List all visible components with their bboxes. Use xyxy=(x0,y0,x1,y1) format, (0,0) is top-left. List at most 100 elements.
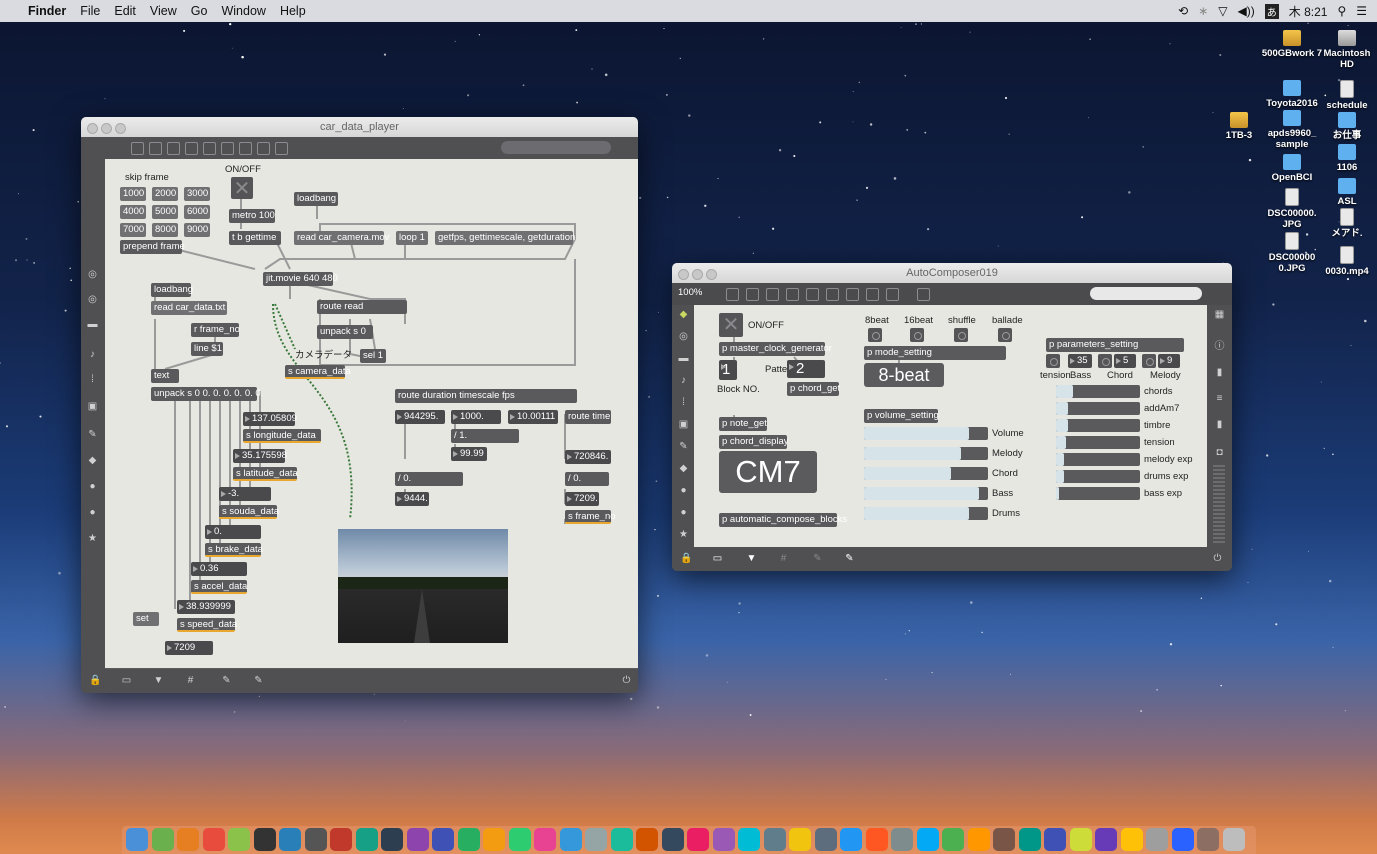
sidebar-icon[interactable]: ♪ xyxy=(87,349,98,360)
dock-app-icon[interactable] xyxy=(1069,828,1092,851)
dock-app-icon[interactable] xyxy=(534,828,556,851)
toolbar-icon[interactable] xyxy=(726,288,739,301)
unpack-object[interactable]: unpack s 0 0. 0. 0. 0. 0. 0. xyxy=(151,387,263,401)
sidebar-icon[interactable]: ▣ xyxy=(87,401,98,412)
dock-app-icon[interactable] xyxy=(151,828,174,851)
comment-icon[interactable]: ▼ xyxy=(153,675,164,686)
dock-app-icon[interactable] xyxy=(304,828,327,851)
dock-app-icon[interactable] xyxy=(814,828,837,851)
sidebar-icon[interactable]: ◎ xyxy=(87,294,98,305)
loop-message[interactable]: loop 1 xyxy=(396,231,428,245)
sidebar-icon[interactable]: ✎ xyxy=(678,441,689,452)
dock-app-icon[interactable] xyxy=(381,828,403,851)
read-movie-message[interactable]: read car_camera.mov xyxy=(294,231,389,245)
lock-icon[interactable]: 🔒 xyxy=(89,675,101,686)
patcher-canvas[interactable]: ✕ ON/OFF p master_clock_generator 1 Bloc… xyxy=(694,305,1207,547)
prepend-frame-object[interactable]: prepend frame xyxy=(120,240,185,254)
accel-number[interactable]: 0.36 xyxy=(191,562,247,576)
sidebar-icon[interactable]: ● xyxy=(678,507,689,518)
docs-icon[interactable]: ▮ xyxy=(1214,419,1225,430)
minimize-icon[interactable] xyxy=(101,123,112,134)
dock-app-icon[interactable] xyxy=(712,828,735,851)
mode-setting-object[interactable]: p mode_setting xyxy=(864,346,1006,360)
volume-slider-melody[interactable] xyxy=(864,447,988,460)
power-icon[interactable]: ⏻ xyxy=(621,675,632,686)
souda-number[interactable]: -3. xyxy=(219,487,271,501)
toolbar-icon[interactable] xyxy=(149,142,162,155)
getfps-message[interactable]: getfps, gettimescale, getduration xyxy=(435,231,575,245)
bass-number[interactable]: 35 xyxy=(1068,354,1092,368)
send-longitude-object[interactable]: s longitude_data xyxy=(243,429,321,443)
dock-app-icon[interactable] xyxy=(228,828,250,851)
number-box[interactable]: 720846. xyxy=(565,450,611,464)
desktop-icon[interactable]: 0030.mp4 xyxy=(1316,246,1377,277)
mode-16beat-button[interactable] xyxy=(910,328,924,342)
desktop-icon[interactable]: お仕事 xyxy=(1316,112,1377,141)
sidebar-icon[interactable]: ★ xyxy=(87,533,98,544)
window-titlebar[interactable]: car_data_player xyxy=(81,117,638,137)
grid-icon[interactable]: # xyxy=(185,675,196,686)
desktop-icon[interactable]: OpenBCI xyxy=(1261,154,1323,183)
melody-number[interactable]: 9 xyxy=(1158,354,1180,368)
spotlight-icon[interactable]: ⚲ xyxy=(1337,4,1346,18)
send-latitude-object[interactable]: s latitude_data xyxy=(233,467,298,481)
frame-number[interactable]: 7209 xyxy=(165,641,213,655)
volume-slider-chord[interactable] xyxy=(864,467,988,480)
list-icon[interactable]: ≡ xyxy=(1214,393,1225,404)
mode-8beat-button[interactable] xyxy=(868,328,882,342)
sidebar-icon[interactable]: ◆ xyxy=(678,463,689,474)
brake-number[interactable]: 0. xyxy=(205,525,261,539)
sidebar-icon[interactable]: ⁞ xyxy=(87,374,98,385)
skip-8000-button[interactable]: 8000 xyxy=(152,223,178,237)
grid-icon[interactable]: ▦ xyxy=(1214,309,1225,320)
select-object[interactable]: sel 1 xyxy=(360,349,386,363)
toolbar-icon[interactable] xyxy=(766,288,779,301)
sidebar-icon[interactable]: ♪ xyxy=(678,375,689,386)
desktop-icon[interactable]: メアド. xyxy=(1316,208,1377,239)
comment-icon[interactable]: ▼ xyxy=(746,553,757,564)
menu-edit[interactable]: Edit xyxy=(114,4,136,18)
tension-button[interactable] xyxy=(1046,354,1060,368)
send-souda-object[interactable]: s souda_data xyxy=(219,505,279,519)
loadbang-object[interactable]: loadbang xyxy=(151,283,193,297)
dock-app-icon[interactable] xyxy=(355,828,378,851)
onoff-toggle[interactable]: ✕ xyxy=(231,177,253,200)
close-icon[interactable] xyxy=(678,269,689,280)
latitude-number[interactable]: 35.175598 xyxy=(233,449,287,463)
dock-app-icon[interactable] xyxy=(840,828,862,851)
toolbar-icon[interactable] xyxy=(806,288,819,301)
patcher-canvas[interactable]: skip frame ON/OFF ✕ 1000 2000 3000 4000 … xyxy=(105,159,638,668)
toolbar-icon[interactable] xyxy=(746,288,759,301)
notification-center-icon[interactable]: ☰ xyxy=(1356,4,1367,18)
menu-view[interactable]: View xyxy=(150,4,177,18)
mode-shuffle-button[interactable] xyxy=(954,328,968,342)
chord-number[interactable]: 5 xyxy=(1114,354,1136,368)
route-read-object[interactable]: route read xyxy=(317,300,407,314)
toolbar-icon[interactable] xyxy=(257,142,270,155)
unpack-s0-object[interactable]: unpack s 0 xyxy=(317,325,373,339)
receive-frame-object[interactable]: r frame_no xyxy=(191,323,240,337)
menu-finder[interactable]: Finder xyxy=(28,4,66,18)
grid-icon[interactable]: # xyxy=(778,553,789,564)
minimize-icon[interactable] xyxy=(692,269,703,280)
dock-app-icon[interactable] xyxy=(1222,828,1245,851)
dock-app-icon[interactable] xyxy=(330,828,352,851)
dock-app-icon[interactable] xyxy=(1197,828,1219,851)
volume-setting-object[interactable]: p volume_setting xyxy=(864,409,939,423)
info-icon[interactable]: ⓘ xyxy=(1214,341,1225,352)
sidebar-icon[interactable]: ★ xyxy=(678,529,689,540)
menu-clock[interactable]: 木 8:21 xyxy=(1289,3,1328,20)
toolbar-icon[interactable] xyxy=(786,288,799,301)
pattern-number[interactable]: 2 xyxy=(787,360,825,378)
dock-app-icon[interactable] xyxy=(967,828,990,851)
dock-app-icon[interactable] xyxy=(406,828,429,851)
send-brake-object[interactable]: s brake_data xyxy=(205,543,263,557)
toolbar-icon[interactable] xyxy=(203,142,216,155)
dock-app-icon[interactable] xyxy=(279,828,301,851)
dock-app-icon[interactable] xyxy=(1120,828,1143,851)
longitude-number[interactable]: 137.05809 xyxy=(243,412,297,426)
dock-app-icon[interactable] xyxy=(1171,828,1194,851)
jit-movie-object[interactable]: jit.movie 640 480 xyxy=(263,272,338,286)
desktop-icon[interactable]: Toyota2016 xyxy=(1261,80,1323,109)
line-object[interactable]: line $1 xyxy=(191,342,223,356)
